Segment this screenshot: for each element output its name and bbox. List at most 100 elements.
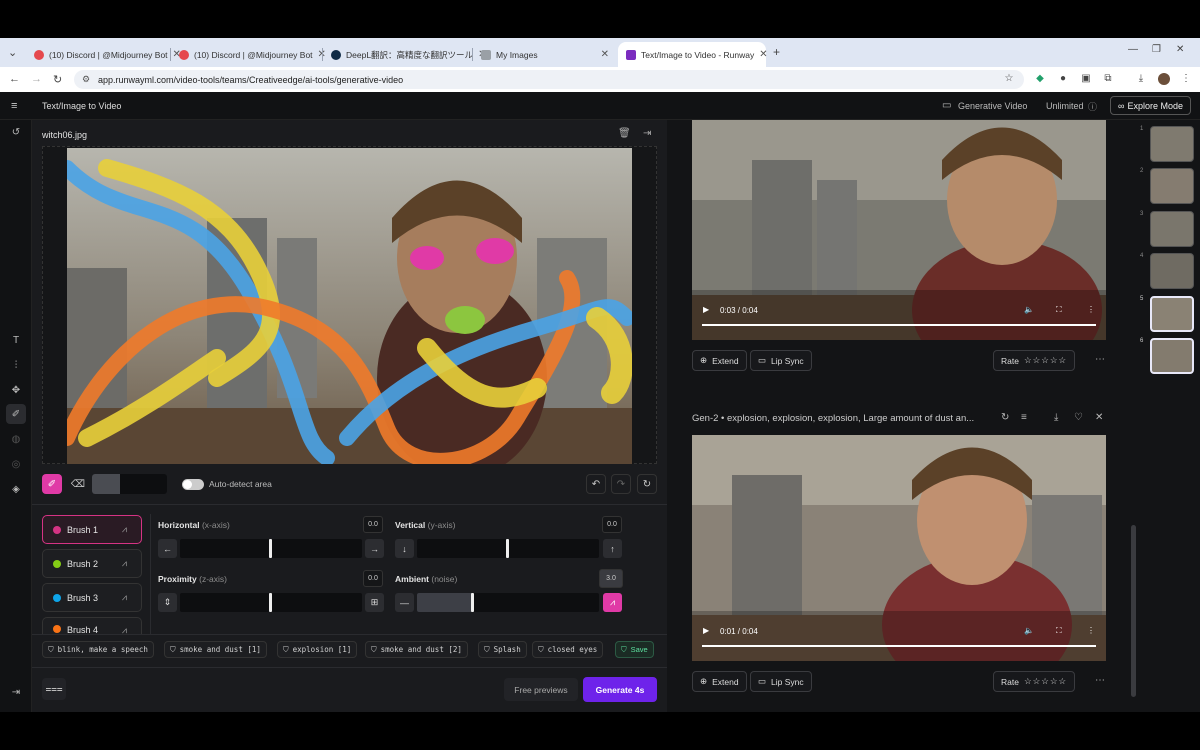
brush-4-button[interactable]: Brush 4 ⩘ bbox=[42, 617, 142, 634]
folder-link[interactable]: Generative Video bbox=[958, 101, 1027, 111]
rating-stars-icon[interactable]: ☆☆☆☆☆ bbox=[1024, 355, 1067, 366]
text-tool-icon[interactable]: T bbox=[6, 330, 26, 350]
preset-chip[interactable]: ⛉ smoke and dust [1] bbox=[164, 641, 267, 658]
proximity-slider[interactable] bbox=[180, 593, 362, 612]
preset-chip[interactable]: ⛉ explosion [1] bbox=[277, 641, 358, 658]
preset-chip[interactable]: ⛉ blink, make a speech bbox=[42, 641, 154, 658]
url-field[interactable]: ⚙ app.runwayml.com/video-tools/teams/Cre… bbox=[74, 70, 1024, 89]
more-options-icon[interactable]: ⋯ bbox=[1095, 354, 1105, 365]
slider-thumb[interactable] bbox=[269, 593, 272, 612]
video-progress-track[interactable] bbox=[702, 324, 1096, 326]
thumbnail-1[interactable] bbox=[1150, 126, 1194, 162]
thumbnail-4[interactable] bbox=[1150, 253, 1194, 289]
ambient-wave-icon[interactable]: ⩘ bbox=[603, 593, 622, 612]
video-progress-track[interactable] bbox=[702, 645, 1096, 647]
reuse-icon[interactable]: ↻ bbox=[1001, 412, 1009, 423]
play-icon[interactable]: ▶ bbox=[703, 305, 709, 314]
arrow-right-icon[interactable]: → bbox=[365, 539, 384, 558]
brush-size-slider[interactable] bbox=[92, 474, 167, 494]
expand-icon[interactable]: ⇥ bbox=[643, 128, 651, 139]
minimize-icon[interactable]: — bbox=[1128, 44, 1138, 55]
explore-mode-button[interactable]: ∞ Explore Mode bbox=[1110, 96, 1191, 115]
menu-kebab-icon[interactable]: ⋮ bbox=[1180, 73, 1192, 85]
extension-icon[interactable]: ◆ bbox=[1034, 73, 1046, 85]
close-tab-icon[interactable]: ✕ bbox=[601, 49, 609, 60]
brush-1-button[interactable]: Brush 1 ⩘ bbox=[42, 515, 142, 544]
undo-icon[interactable]: ↶ bbox=[586, 474, 606, 494]
preset-chip[interactable]: ⛉ smoke and dust [2] bbox=[365, 641, 468, 658]
arrow-up-icon[interactable]: ↑ bbox=[603, 539, 622, 558]
vertical-slider[interactable] bbox=[417, 539, 599, 558]
back-icon[interactable]: ← bbox=[9, 73, 20, 85]
site-info-icon[interactable]: ⚙ bbox=[82, 74, 90, 85]
preset-chip[interactable]: ⛉ closed eyes bbox=[532, 641, 604, 658]
sliders-icon[interactable]: ⫶ bbox=[6, 355, 26, 375]
horizontal-slider[interactable] bbox=[180, 539, 362, 558]
ambient-low-icon[interactable]: — bbox=[395, 593, 414, 612]
reload-icon[interactable]: ↻ bbox=[53, 73, 62, 86]
save-preset-button[interactable]: ⛉ Save bbox=[615, 641, 654, 658]
slider-thumb[interactable] bbox=[506, 539, 509, 558]
terminal-icon[interactable]: ▣ bbox=[1080, 73, 1092, 85]
prompt-settings-icon[interactable]: ⩶ bbox=[42, 678, 66, 700]
video-menu-icon[interactable]: ⋮ bbox=[1087, 626, 1095, 635]
tab-my-images[interactable]: My Images ✕ bbox=[473, 42, 617, 67]
favorite-heart-icon[interactable]: ♡ bbox=[1074, 412, 1083, 423]
close-icon[interactable]: ✕ bbox=[1095, 412, 1103, 423]
lip-sync-button[interactable]: ▭ Lip Sync bbox=[750, 671, 812, 692]
results-scrollbar[interactable] bbox=[1131, 525, 1136, 697]
brush-tool-button[interactable]: ✐ bbox=[42, 474, 62, 494]
play-icon[interactable]: ▶ bbox=[703, 626, 709, 635]
lip-sync-button[interactable]: ▭ Lip Sync bbox=[750, 350, 812, 371]
tab-discord-1[interactable]: (10) Discord | @Midjourney Bot ✕ bbox=[26, 42, 181, 67]
close-window-icon[interactable]: ✕ bbox=[1176, 44, 1184, 55]
rate-control[interactable]: Rate ☆☆☆☆☆ bbox=[993, 350, 1076, 371]
proximity-value[interactable]: 0.0 bbox=[363, 570, 383, 587]
bookmark-star-icon[interactable]: ☆ bbox=[1003, 73, 1015, 85]
tab-list-icon[interactable]: ⌄ bbox=[8, 46, 17, 59]
thumbnail-2[interactable] bbox=[1150, 168, 1194, 204]
extensions-puzzle-icon[interactable]: ⧉ bbox=[1102, 73, 1114, 85]
download-icon[interactable]: ⤓ bbox=[1135, 73, 1147, 85]
preset-chip[interactable]: ⛉ Splash bbox=[478, 641, 527, 658]
ambient-slider[interactable] bbox=[417, 593, 599, 612]
trash-icon[interactable]: 🗑 bbox=[618, 128, 631, 139]
more-options-icon[interactable]: ⋯ bbox=[1095, 675, 1105, 686]
arrow-down-icon[interactable]: ↓ bbox=[395, 539, 414, 558]
eraser-icon[interactable]: ⌫ bbox=[68, 474, 88, 494]
maximize-icon[interactable]: ❐ bbox=[1152, 44, 1161, 55]
rate-control[interactable]: Rate ☆☆☆☆☆ bbox=[993, 671, 1076, 692]
history-icon[interactable]: ↺ bbox=[6, 122, 26, 142]
brush-3-button[interactable]: Brush 3 ⩘ bbox=[42, 583, 142, 612]
zoom-in-icon[interactable]: ⇕ bbox=[158, 593, 177, 612]
profile-avatar[interactable] bbox=[1158, 73, 1170, 85]
tab-deepl[interactable]: DeepL翻訳：高精度な翻訳ツール ✕ bbox=[323, 42, 486, 67]
thumbnail-3[interactable] bbox=[1150, 211, 1194, 247]
slider-thumb[interactable] bbox=[471, 593, 474, 612]
globe-icon[interactable]: ◎ bbox=[6, 454, 26, 474]
motion-brush-icon[interactable]: ✐ bbox=[6, 404, 26, 424]
folder-icon[interactable]: ▭ bbox=[942, 100, 951, 111]
extend-button[interactable]: ⊕ Extend bbox=[692, 671, 747, 692]
ambient-value[interactable]: 3.0 bbox=[599, 569, 623, 588]
slider-thumb[interactable] bbox=[269, 539, 272, 558]
close-tab-icon[interactable]: ✕ bbox=[759, 49, 767, 60]
zoom-out-icon[interactable]: ⊞ bbox=[365, 593, 384, 612]
details-icon[interactable]: ≡ bbox=[1021, 412, 1027, 423]
tab-runway[interactable]: Text/Image to Video - Runway ✕ bbox=[618, 42, 768, 67]
thumbnail-6[interactable] bbox=[1150, 338, 1194, 374]
download-icon[interactable]: ⤓ bbox=[1054, 412, 1058, 423]
input-image-with-brush-strokes[interactable] bbox=[67, 148, 632, 464]
palette-icon[interactable]: ◍ bbox=[6, 429, 26, 449]
volume-icon[interactable]: 🔈 bbox=[1024, 626, 1034, 635]
volume-icon[interactable]: 🔈 bbox=[1024, 305, 1034, 314]
rating-stars-icon[interactable]: ☆☆☆☆☆ bbox=[1024, 676, 1067, 687]
vertical-value[interactable]: 0.0 bbox=[602, 516, 622, 533]
arrow-left-icon[interactable]: ← bbox=[158, 539, 177, 558]
thumbnail-5[interactable] bbox=[1150, 296, 1194, 332]
generate-button[interactable]: Generate 4s bbox=[583, 677, 657, 702]
horizontal-value[interactable]: 0.0 bbox=[363, 516, 383, 533]
extension-icon[interactable]: ● bbox=[1057, 73, 1069, 85]
brush-2-button[interactable]: Brush 2 ⩘ bbox=[42, 549, 142, 578]
fullscreen-icon[interactable]: ⛶ bbox=[1056, 305, 1062, 315]
